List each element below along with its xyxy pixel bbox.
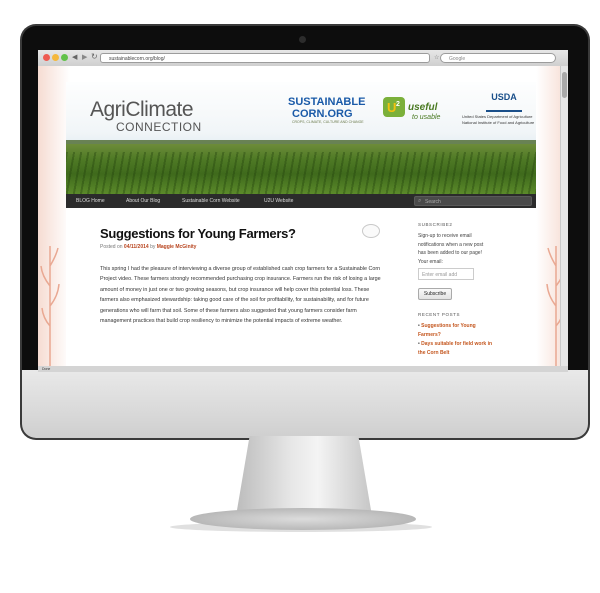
main-content: Suggestions for Young Farmers? Posted on… [66, 208, 536, 372]
post-date-link[interactable]: 04/11/2014 [124, 244, 149, 250]
search-input[interactable]: Search [414, 196, 532, 206]
address-bar[interactable]: sustainablecorn.org/blog/ [100, 53, 430, 63]
vertical-scrollbar[interactable] [560, 66, 568, 366]
subscribe-heading: SUBSCRIBE2 [418, 222, 453, 227]
site-banner: AgriClimate CONNECTION SUSTAINABLE CORN.… [66, 82, 536, 194]
nav-item-about[interactable]: About Our Blog [126, 194, 160, 208]
monitor-chin [22, 370, 588, 438]
subscribe-description: Sign-up to receive email notifications w… [418, 233, 484, 256]
post-meta: Posted on 04/11/2014 by Maggie McGinity [100, 244, 196, 250]
post-body: This spring I had the pleasure of interv… [100, 266, 381, 325]
email-field[interactable]: Enter email add [418, 268, 474, 280]
usda-caption-line2: National Institute of Food and Agricultu… [462, 120, 535, 125]
recent-posts-heading: RECENT POSTS [418, 312, 461, 317]
post-title[interactable]: Suggestions for Young Farmers? [100, 226, 296, 241]
u2u-logo-line2[interactable]: to usable [412, 114, 440, 121]
search-icon: ⌕ [418, 198, 422, 204]
main-navigation: BLOG Home About Our Blog Sustainable Cor… [66, 194, 536, 208]
reload-icon[interactable]: ↻ [91, 52, 98, 62]
forward-icon[interactable]: ▶ [82, 53, 87, 62]
recent-post-link[interactable]: • Suggestions for Young Farmers? [418, 322, 494, 339]
svg-text:2: 2 [396, 101, 400, 108]
browser-search-field[interactable]: Google [440, 53, 556, 63]
subscribe-button[interactable]: Subscribe [418, 288, 452, 300]
nav-item-u2u[interactable]: U2U Website [264, 194, 293, 208]
monitor-stand-neck [236, 436, 372, 516]
crop-rows-image [66, 152, 536, 194]
back-icon[interactable]: ◀ [72, 53, 77, 62]
nav-item-sustainable-corn[interactable]: Sustainable Corn Website [182, 194, 240, 208]
svg-text:U: U [387, 100, 396, 115]
nav-item-blog-home[interactable]: BLOG Home [76, 194, 105, 208]
screen: ◀ ▶ ↻ sustainablecorn.org/blog/ ☆ Google… [38, 50, 568, 372]
corn-stalk-decoration-left [40, 246, 60, 372]
comment-bubble-icon[interactable] [362, 224, 380, 238]
bullet-icon: • [418, 341, 420, 347]
zoom-window-button[interactable] [61, 54, 68, 61]
usda-logo[interactable]: USDA [486, 92, 522, 112]
webcam [299, 36, 306, 43]
sustainable-corn-tagline: CROPS, CLIMATE, CULTURE AND CHANGE [292, 120, 364, 124]
posted-on-label: Posted on [100, 244, 123, 250]
recent-post-link[interactable]: • Days suitable for field work in the Co… [418, 340, 494, 357]
bullet-icon: • [418, 323, 420, 329]
sustainable-corn-logo-line1[interactable]: SUSTAINABLE [288, 96, 365, 108]
u2u-logo-icon[interactable]: U 2 [382, 96, 406, 118]
usda-caption-line1: United States Department of Agriculture [462, 114, 533, 119]
browser-toolbar: ◀ ▶ ↻ sustainablecorn.org/blog/ ☆ Google [38, 50, 568, 67]
monitor-stand-foot [190, 508, 416, 530]
recent-post-label[interactable]: Days suitable for field work in the Corn… [418, 341, 492, 356]
posted-by-label: by [150, 244, 156, 250]
web-page: AgriClimate CONNECTION SUSTAINABLE CORN.… [38, 66, 568, 372]
minimize-window-button[interactable] [52, 54, 59, 61]
u2u-logo-line1[interactable]: useful [408, 102, 437, 113]
recent-post-label[interactable]: Suggestions for Young Farmers? [418, 323, 476, 338]
scrollbar-thumb[interactable] [562, 72, 567, 98]
bookmark-star-icon[interactable]: ☆ [434, 53, 439, 63]
browser-status-bar: Done [38, 366, 568, 372]
site-logo-subtitle[interactable]: CONNECTION [116, 120, 202, 134]
close-window-button[interactable] [43, 54, 50, 61]
sustainable-corn-logo-line2[interactable]: CORN.ORG [292, 108, 353, 120]
email-label: Your email: [418, 259, 443, 265]
site-logo-title[interactable]: AgriClimate [90, 98, 194, 122]
post-author-link[interactable]: Maggie McGinity [157, 244, 197, 250]
